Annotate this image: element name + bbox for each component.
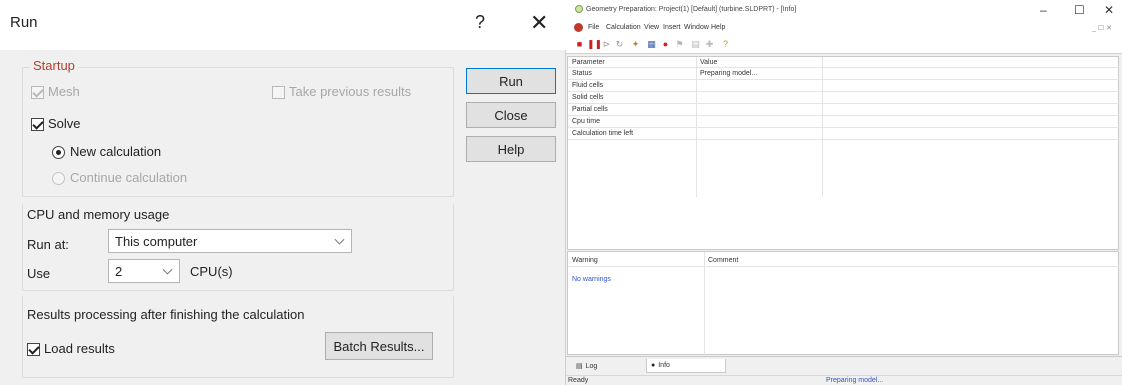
status-right: Preparing model...	[826, 377, 884, 384]
menu-calculation[interactable]: Calculation	[606, 24, 641, 31]
menu-file[interactable]: File	[588, 24, 599, 31]
dialog-title: Run	[10, 14, 38, 31]
close-button[interactable]: Close	[466, 102, 556, 128]
dialog-titlebar: Run ? ✕	[0, 0, 566, 50]
help-button[interactable]: Help	[466, 136, 556, 162]
bottom-tabs: ▤ Log ● Info	[566, 356, 1122, 374]
menu-insert[interactable]: Insert	[663, 24, 681, 31]
batch-results-button[interactable]: Batch Results...	[325, 332, 433, 360]
info-red-icon[interactable]: ●	[660, 39, 671, 50]
column-header-warning: Warning	[572, 257, 598, 264]
help-icon[interactable]: ?	[475, 12, 485, 33]
pause-icon[interactable]: ❚❚	[587, 39, 602, 50]
help-icon[interactable]: ?	[720, 39, 731, 50]
window-title: Geometry Preparation: Project(1) [Defaul…	[586, 6, 797, 13]
solve-checkbox[interactable]	[31, 118, 44, 131]
pin-icon[interactable]: ✦	[630, 39, 641, 50]
continue-calculation-radio[interactable]	[52, 172, 65, 185]
mesh-checkbox[interactable]	[31, 86, 44, 99]
mesh-label: Mesh	[48, 84, 80, 99]
solve-label: Solve	[48, 116, 81, 131]
run-at-select[interactable]: This computer	[108, 229, 352, 253]
column-header-parameter: Parameter	[572, 59, 605, 66]
tab-log[interactable]: ▤ Log	[572, 359, 612, 373]
use-label: Use	[27, 266, 51, 281]
table-row: Partial cells	[572, 106, 608, 113]
refresh-icon[interactable]: ↻	[614, 39, 625, 50]
info-window: Geometry Preparation: Project(1) [Defaul…	[566, 0, 1122, 385]
menu-help[interactable]: Help	[711, 24, 725, 31]
status-left: Ready	[568, 377, 589, 384]
info-icon: ●	[651, 362, 656, 369]
run-dialog: Run ? ✕ Startup Mesh Take previous resul…	[0, 0, 566, 385]
close-icon[interactable]: ✕	[1104, 3, 1114, 17]
table-row: Solid cells	[572, 94, 604, 101]
new-calculation-label: New calculation	[70, 144, 162, 159]
results-legend: Results processing after finishing the c…	[27, 307, 305, 322]
flag-icon[interactable]: ⚑	[674, 39, 685, 50]
close-icon[interactable]: ✕	[530, 10, 548, 36]
toolbar: ■ ❚❚ ⊳ ↻ ✦ ▦ ● ⚑ ▤ ✚ ?	[566, 36, 1122, 54]
table-row: Fluid cells	[572, 82, 604, 89]
cpu-unit-label: CPU(s)	[190, 264, 233, 279]
menubar: File Calculation View Insert Window Help…	[566, 20, 1122, 36]
tab-info[interactable]: ● Info	[646, 359, 726, 373]
take-previous-checkbox[interactable]	[272, 86, 285, 99]
new-calculation-radio[interactable]	[52, 146, 65, 159]
load-results-label: Load results	[44, 341, 115, 356]
run-button[interactable]: Run	[466, 68, 556, 94]
table-row: Calculation time left	[572, 130, 634, 137]
menu-window[interactable]: Window	[684, 24, 709, 31]
table-icon[interactable]: ▤	[690, 39, 701, 50]
warnings-table: Warning Comment No warnings	[567, 251, 1120, 356]
window-titlebar: Geometry Preparation: Project(1) [Defaul…	[566, 0, 1122, 20]
load-results-checkbox[interactable]	[27, 343, 40, 356]
continue-calculation-label: Continue calculation	[70, 170, 188, 185]
table-row: Status	[572, 70, 592, 77]
menu-view[interactable]: View	[644, 24, 659, 31]
column-header-value: Value	[700, 59, 718, 66]
status-value: Preparing model...	[700, 70, 758, 77]
no-warnings-text: No warnings	[572, 276, 611, 283]
stop-icon[interactable]: ■	[574, 39, 585, 50]
minimize-icon[interactable]: –	[1040, 3, 1047, 17]
startup-legend: Startup	[30, 58, 78, 73]
grid-icon[interactable]: ▦	[646, 39, 657, 50]
info-table: Parameter Value Status Preparing model..…	[567, 56, 1120, 250]
chevron-down-icon	[334, 234, 345, 245]
chevron-down-icon	[162, 264, 173, 275]
app-logo-icon	[574, 23, 583, 32]
cpu-legend: CPU and memory usage	[27, 207, 170, 222]
status-bar: Ready Preparing model...	[566, 375, 1122, 385]
app-icon	[575, 5, 583, 13]
plot-icon[interactable]: ✚	[704, 39, 715, 50]
table-row: Cpu time	[572, 118, 601, 125]
run-at-label: Run at:	[27, 237, 69, 252]
mdi-controls[interactable]: _ ☐ ✕	[1092, 24, 1112, 32]
log-icon: ▤	[576, 363, 583, 370]
cpu-count-value: 2	[115, 263, 123, 279]
step-icon[interactable]: ⊳	[601, 39, 612, 50]
cpu-count-select[interactable]: 2	[108, 259, 180, 283]
restore-icon[interactable]: ☐	[1074, 3, 1085, 17]
run-at-value: This computer	[115, 233, 198, 249]
take-previous-label: Take previous results	[289, 84, 412, 99]
column-header-comment: Comment	[708, 257, 739, 264]
